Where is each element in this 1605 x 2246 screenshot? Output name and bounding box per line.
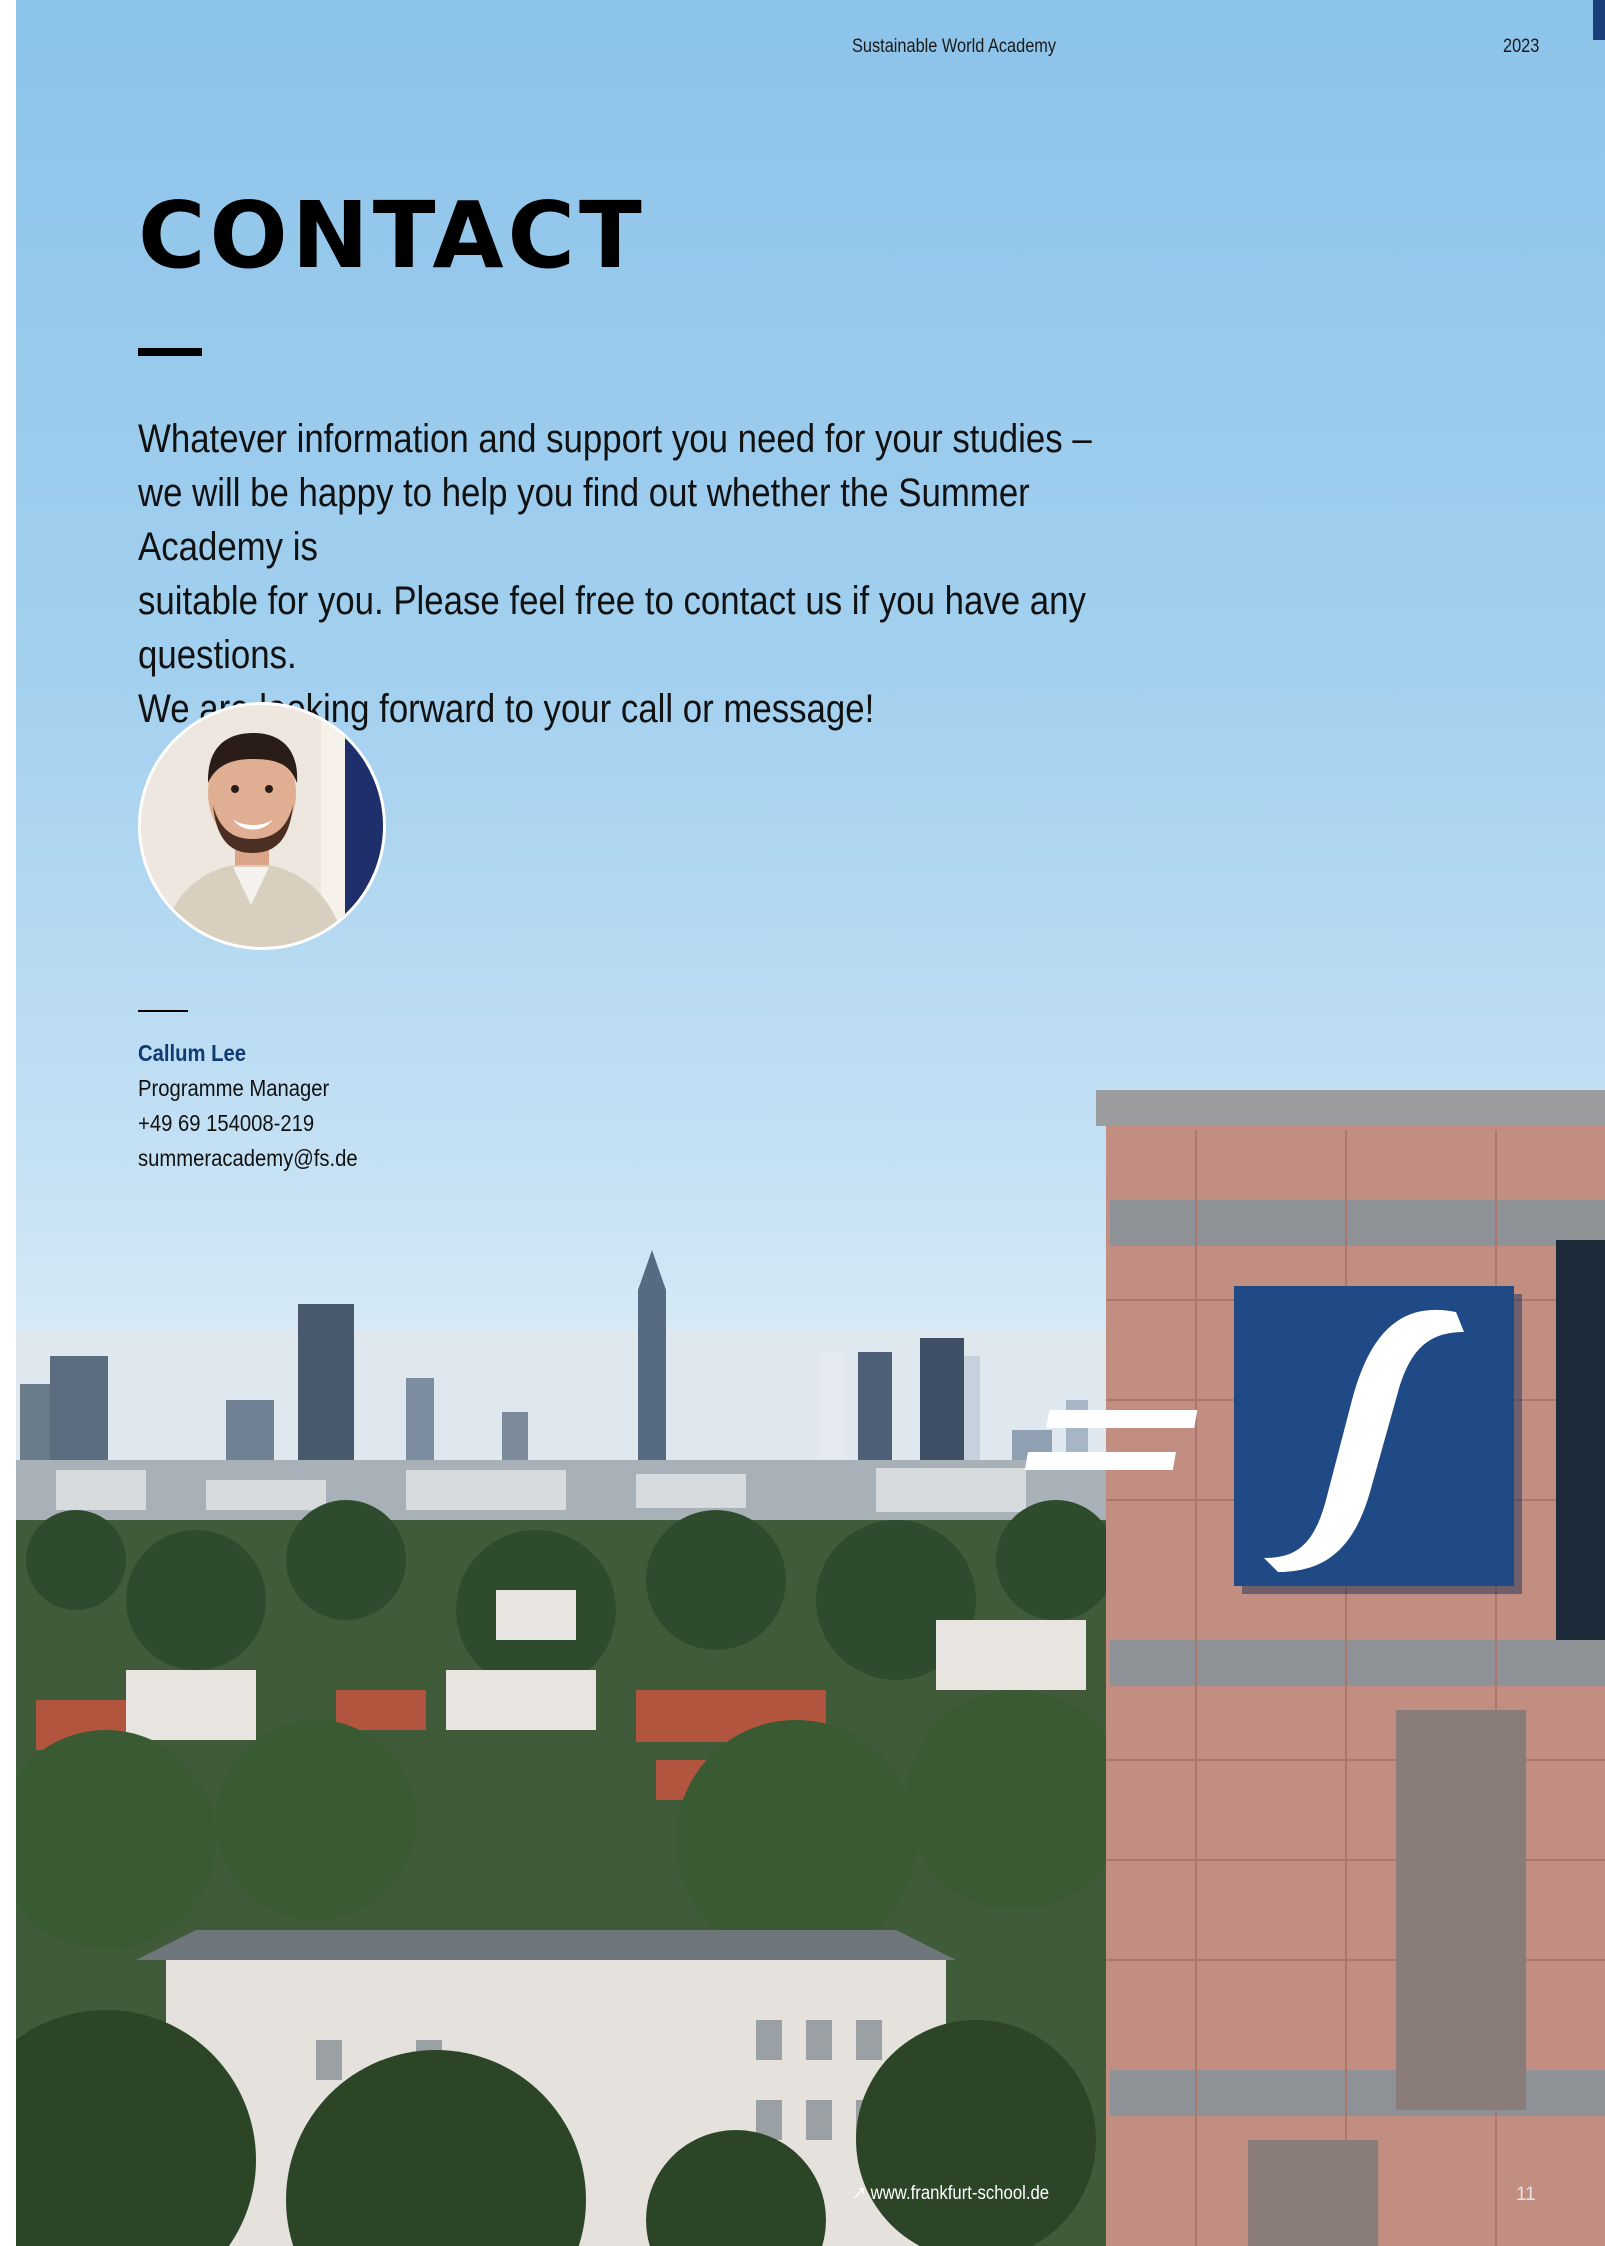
page-title: CONTACT	[138, 182, 646, 289]
website-link[interactable]: ↗ www.frankfurt-school.de	[852, 2182, 1049, 2205]
intro-line: we will be happy to help you find out wh…	[138, 471, 1030, 569]
title-divider	[138, 348, 202, 356]
academy-name: Sustainable World Academy	[852, 36, 1057, 57]
corner-accent	[1593, 0, 1605, 40]
contact-phone[interactable]: +49 69 154008-219	[138, 1106, 358, 1141]
page-number: 11	[1516, 2184, 1536, 2205]
intro-line: Whatever information and support you nee…	[138, 417, 1092, 461]
page: Sustainable World Academy 2023 CONTACT W…	[16, 0, 1605, 2246]
contact-card: Callum Lee Programme Manager +49 69 1540…	[138, 1036, 358, 1176]
contact-divider	[138, 1010, 188, 1012]
intro-line: suitable for you. Please feel free to co…	[138, 579, 1086, 677]
contact-role: Programme Manager	[138, 1075, 330, 1101]
contact-email[interactable]: summeracademy@fs.de	[138, 1141, 358, 1176]
contact-name: Callum Lee	[138, 1040, 246, 1066]
intro-text: Whatever information and support you nee…	[138, 412, 1165, 736]
avatar	[138, 702, 386, 950]
year: 2023	[1503, 36, 1540, 57]
